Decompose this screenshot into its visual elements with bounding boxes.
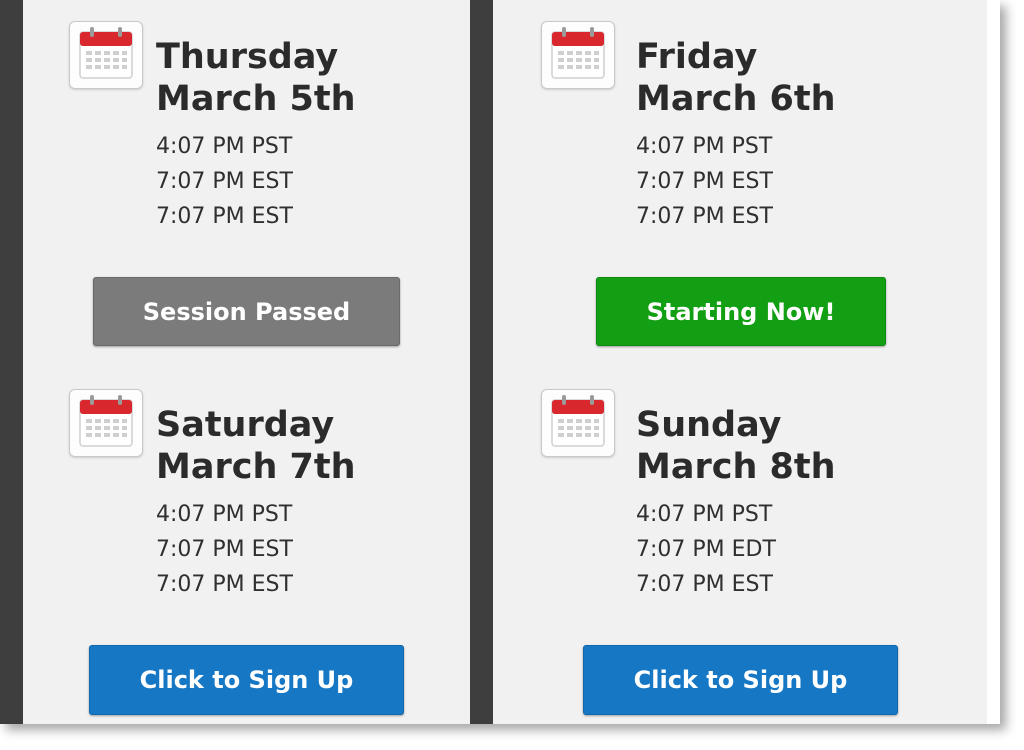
session-date: March 6th [636,79,836,119]
session-time-pst: 4:07 PM PST [156,502,293,527]
session-time-est-alt: 7:07 PM EST [156,572,293,597]
session-day: Friday [636,37,758,77]
session-day: Thursday [156,37,339,77]
left-border [0,0,23,724]
session-time-est: 7:07 PM EST [156,537,293,562]
session-time-est: 7:07 PM EST [636,169,773,194]
session-date: March 5th [156,79,356,119]
calendar-icon [69,21,143,89]
session-time-pst: 4:07 PM PST [636,502,773,527]
column-divider [470,0,493,724]
session-day: Saturday [156,405,335,445]
session-time-pst: 4:07 PM PST [636,134,773,159]
session-time-est-alt: 7:07 PM EST [636,204,773,229]
calendar-icon [69,389,143,457]
session-time-est: 7:07 PM EST [636,572,773,597]
session-time-edt: 7:07 PM EDT [636,537,776,562]
calendar-icon [541,21,615,89]
sign-up-button[interactable]: Click to Sign Up [89,645,404,715]
session-time-est-alt: 7:07 PM EST [156,204,293,229]
starting-now-button[interactable]: Starting Now! [596,277,886,346]
calendar-icon [541,389,615,457]
session-passed-button[interactable]: Session Passed [93,277,400,346]
session-date: March 7th [156,447,356,487]
session-day: Sunday [636,405,782,445]
session-time-pst: 4:07 PM PST [156,134,293,159]
sessions-panel: Thursday March 5th 4:07 PM PST 7:07 PM E… [0,0,1000,724]
session-date: March 8th [636,447,836,487]
right-border [987,0,1000,724]
sign-up-button[interactable]: Click to Sign Up [583,645,898,715]
session-time-est: 7:07 PM EST [156,169,293,194]
